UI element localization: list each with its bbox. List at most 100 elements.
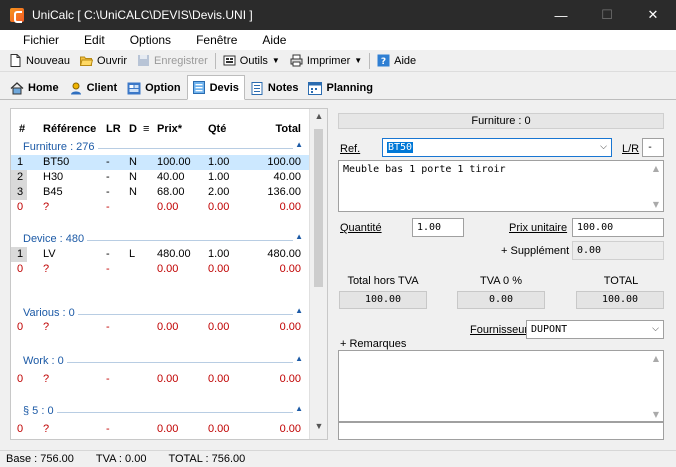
tab-notes[interactable]: Notes — [246, 77, 304, 99]
row-total: 136.00 — [267, 186, 301, 198]
col-header-menu[interactable]: ≡ — [143, 123, 149, 135]
grid-scrollbar[interactable]: ▲ ▼ — [309, 109, 327, 439]
aide-button[interactable]: ? Aide — [372, 51, 421, 71]
row-qte: 2.00 — [208, 186, 230, 198]
tab-client[interactable]: Client — [65, 77, 123, 99]
help-icon: ? — [377, 54, 390, 67]
tab-home[interactable]: Home — [6, 77, 64, 99]
nouveau-button[interactable]: Nouveau — [4, 51, 75, 71]
window-title: UniCalc [ C:\UniCALC\DEVIS\Devis.UNI ] — [32, 8, 253, 22]
collapse-icon[interactable]: ▲ — [295, 354, 303, 363]
prix-unitaire-field[interactable]: 100.00 — [572, 218, 664, 237]
imprimer-label: Imprimer — [306, 54, 351, 67]
tva-value: 0.00 — [457, 291, 545, 309]
row-lr: - — [106, 201, 110, 213]
col-header-num[interactable]: # — [19, 123, 25, 135]
supplement-label[interactable]: + Supplément — [501, 245, 569, 257]
tab-bar: Home Client Option Devis Notes Planning — [0, 74, 676, 100]
row-prix: 0.00 — [157, 373, 179, 385]
col-header-lr[interactable]: LR — [106, 123, 121, 135]
row-prix: 68.00 — [157, 186, 185, 198]
bottom-input-field[interactable] — [338, 422, 664, 440]
chevron-down-icon[interactable]: ⌵ — [652, 321, 659, 338]
scroll-up-icon[interactable]: ▲ — [653, 354, 659, 363]
col-header-d[interactable]: D — [129, 123, 137, 135]
table-row-new[interactable]: 0 ? - 0.00 0.00 0.00 — [11, 422, 309, 437]
group-name: Work : 0 — [23, 355, 67, 367]
fournisseur-combobox[interactable]: DUPONT ⌵ — [526, 320, 664, 339]
close-button[interactable]: ✕ — [630, 0, 676, 30]
new-document-icon — [10, 54, 21, 67]
row-num: 0 — [17, 263, 24, 275]
toolbar: Nouveau Ouvrir Enregistrer Outils ▼ Impr… — [0, 50, 676, 72]
collapse-icon[interactable]: ▲ — [295, 404, 303, 413]
tab-planning[interactable]: Planning — [304, 77, 377, 99]
scroll-down-icon[interactable]: ▼ — [310, 421, 328, 437]
scrollbar-thumb[interactable] — [314, 129, 323, 287]
row-num: 0 — [17, 373, 24, 385]
remarques-textarea[interactable]: ▲ ▼ — [338, 350, 664, 422]
quantite-field[interactable]: 1.00 — [412, 218, 464, 237]
scroll-up-icon[interactable]: ▲ — [653, 164, 659, 173]
row-total: 0.00 — [279, 321, 301, 333]
maximize-button[interactable]: ☐ — [584, 0, 630, 30]
option-icon — [127, 82, 141, 94]
menu-aide[interactable]: Aide — [249, 33, 298, 47]
col-header-reference[interactable]: Référence — [43, 123, 96, 135]
menu-fichier[interactable]: Fichier — [10, 33, 71, 47]
enregistrer-button[interactable]: Enregistrer — [132, 51, 213, 71]
col-header-prix[interactable]: Prix* — [157, 123, 182, 135]
table-row-new[interactable]: 0 ? - 0.00 0.00 0.00 — [11, 262, 309, 277]
collapse-icon[interactable]: ▲ — [295, 140, 303, 149]
group-name: Furniture : 276 — [23, 141, 98, 153]
menu-edit[interactable]: Edit — [71, 33, 117, 47]
imprimer-button[interactable]: Imprimer ▼ — [285, 51, 367, 71]
group-header-work[interactable]: Work : 0 ▲ — [11, 354, 309, 369]
row-qte: 0.00 — [208, 201, 230, 213]
remarques-label[interactable]: + Remarques — [340, 338, 406, 350]
table-row-new[interactable]: 0 ? - 0.00 0.00 0.00 — [11, 372, 309, 387]
tab-devis[interactable]: Devis — [186, 75, 245, 100]
tab-option[interactable]: Option — [123, 77, 185, 99]
ouvrir-button[interactable]: Ouvrir — [75, 51, 132, 71]
description-textarea[interactable]: Meuble bas 1 porte 1 tiroir ▲ ▼ — [338, 160, 664, 212]
group-header-various[interactable]: Various : 0 ▲ — [11, 306, 309, 321]
tab-client-label: Client — [86, 82, 118, 94]
row-lr: - — [106, 156, 110, 168]
collapse-icon[interactable]: ▲ — [295, 306, 303, 315]
scroll-down-icon[interactable]: ▼ — [653, 410, 659, 419]
row-num: 0 — [17, 423, 24, 435]
prix-unitaire-label-text: Prix unitaire — [509, 222, 568, 234]
group-header-furniture[interactable]: Furniture : 276 ▲ — [11, 140, 309, 155]
menu-options[interactable]: Options — [117, 33, 183, 47]
menu-fenetre[interactable]: Fenêtre — [183, 33, 249, 47]
ouvrir-label: Ouvrir — [97, 54, 127, 67]
nouveau-label: Nouveau — [26, 54, 71, 67]
description-text: Meuble bas 1 porte 1 tiroir — [343, 164, 506, 175]
col-header-total[interactable]: Total — [276, 123, 301, 135]
table-row-new[interactable]: 0 ? - 0.00 0.00 0.00 — [11, 320, 309, 335]
toolbar-separator — [369, 52, 371, 69]
menu-bar: Fichier Edit Options Fenêtre Aide — [0, 30, 676, 50]
scroll-up-icon[interactable]: ▲ — [310, 111, 328, 127]
scroll-down-icon[interactable]: ▼ — [653, 200, 659, 209]
chevron-down-icon[interactable]: ⌵ — [600, 139, 607, 156]
group-header-section-5[interactable]: § 5 : 0 ▲ — [11, 404, 309, 419]
table-row[interactable]: 1 LV - L 480.00 1.00 480.00 — [11, 247, 309, 262]
fournisseur-label-text: Fournisseur — [470, 324, 529, 336]
row-lr: - — [106, 423, 110, 435]
minimize-button[interactable]: — — [538, 0, 584, 30]
table-row[interactable]: 2 H30 - N 40.00 1.00 40.00 — [11, 170, 309, 185]
table-row[interactable]: 3 B45 - N 68.00 2.00 136.00 — [11, 185, 309, 200]
row-prix: 100.00 — [157, 156, 191, 168]
ref-combobox[interactable]: BT50 ⌵ — [382, 138, 612, 157]
lr-field[interactable]: - — [642, 138, 664, 157]
group-header-device[interactable]: Device : 480 ▲ — [11, 232, 309, 247]
outils-button[interactable]: Outils ▼ — [218, 51, 285, 71]
row-qte: 0.00 — [208, 321, 230, 333]
table-row-new[interactable]: 0 ? - 0.00 0.00 0.00 — [11, 200, 309, 215]
table-row[interactable]: 1 BT50 - N 100.00 1.00 100.00 — [11, 155, 309, 170]
col-header-qte[interactable]: Qté — [208, 123, 226, 135]
window-controls: — ☐ ✕ — [538, 0, 676, 30]
collapse-icon[interactable]: ▲ — [295, 232, 303, 241]
